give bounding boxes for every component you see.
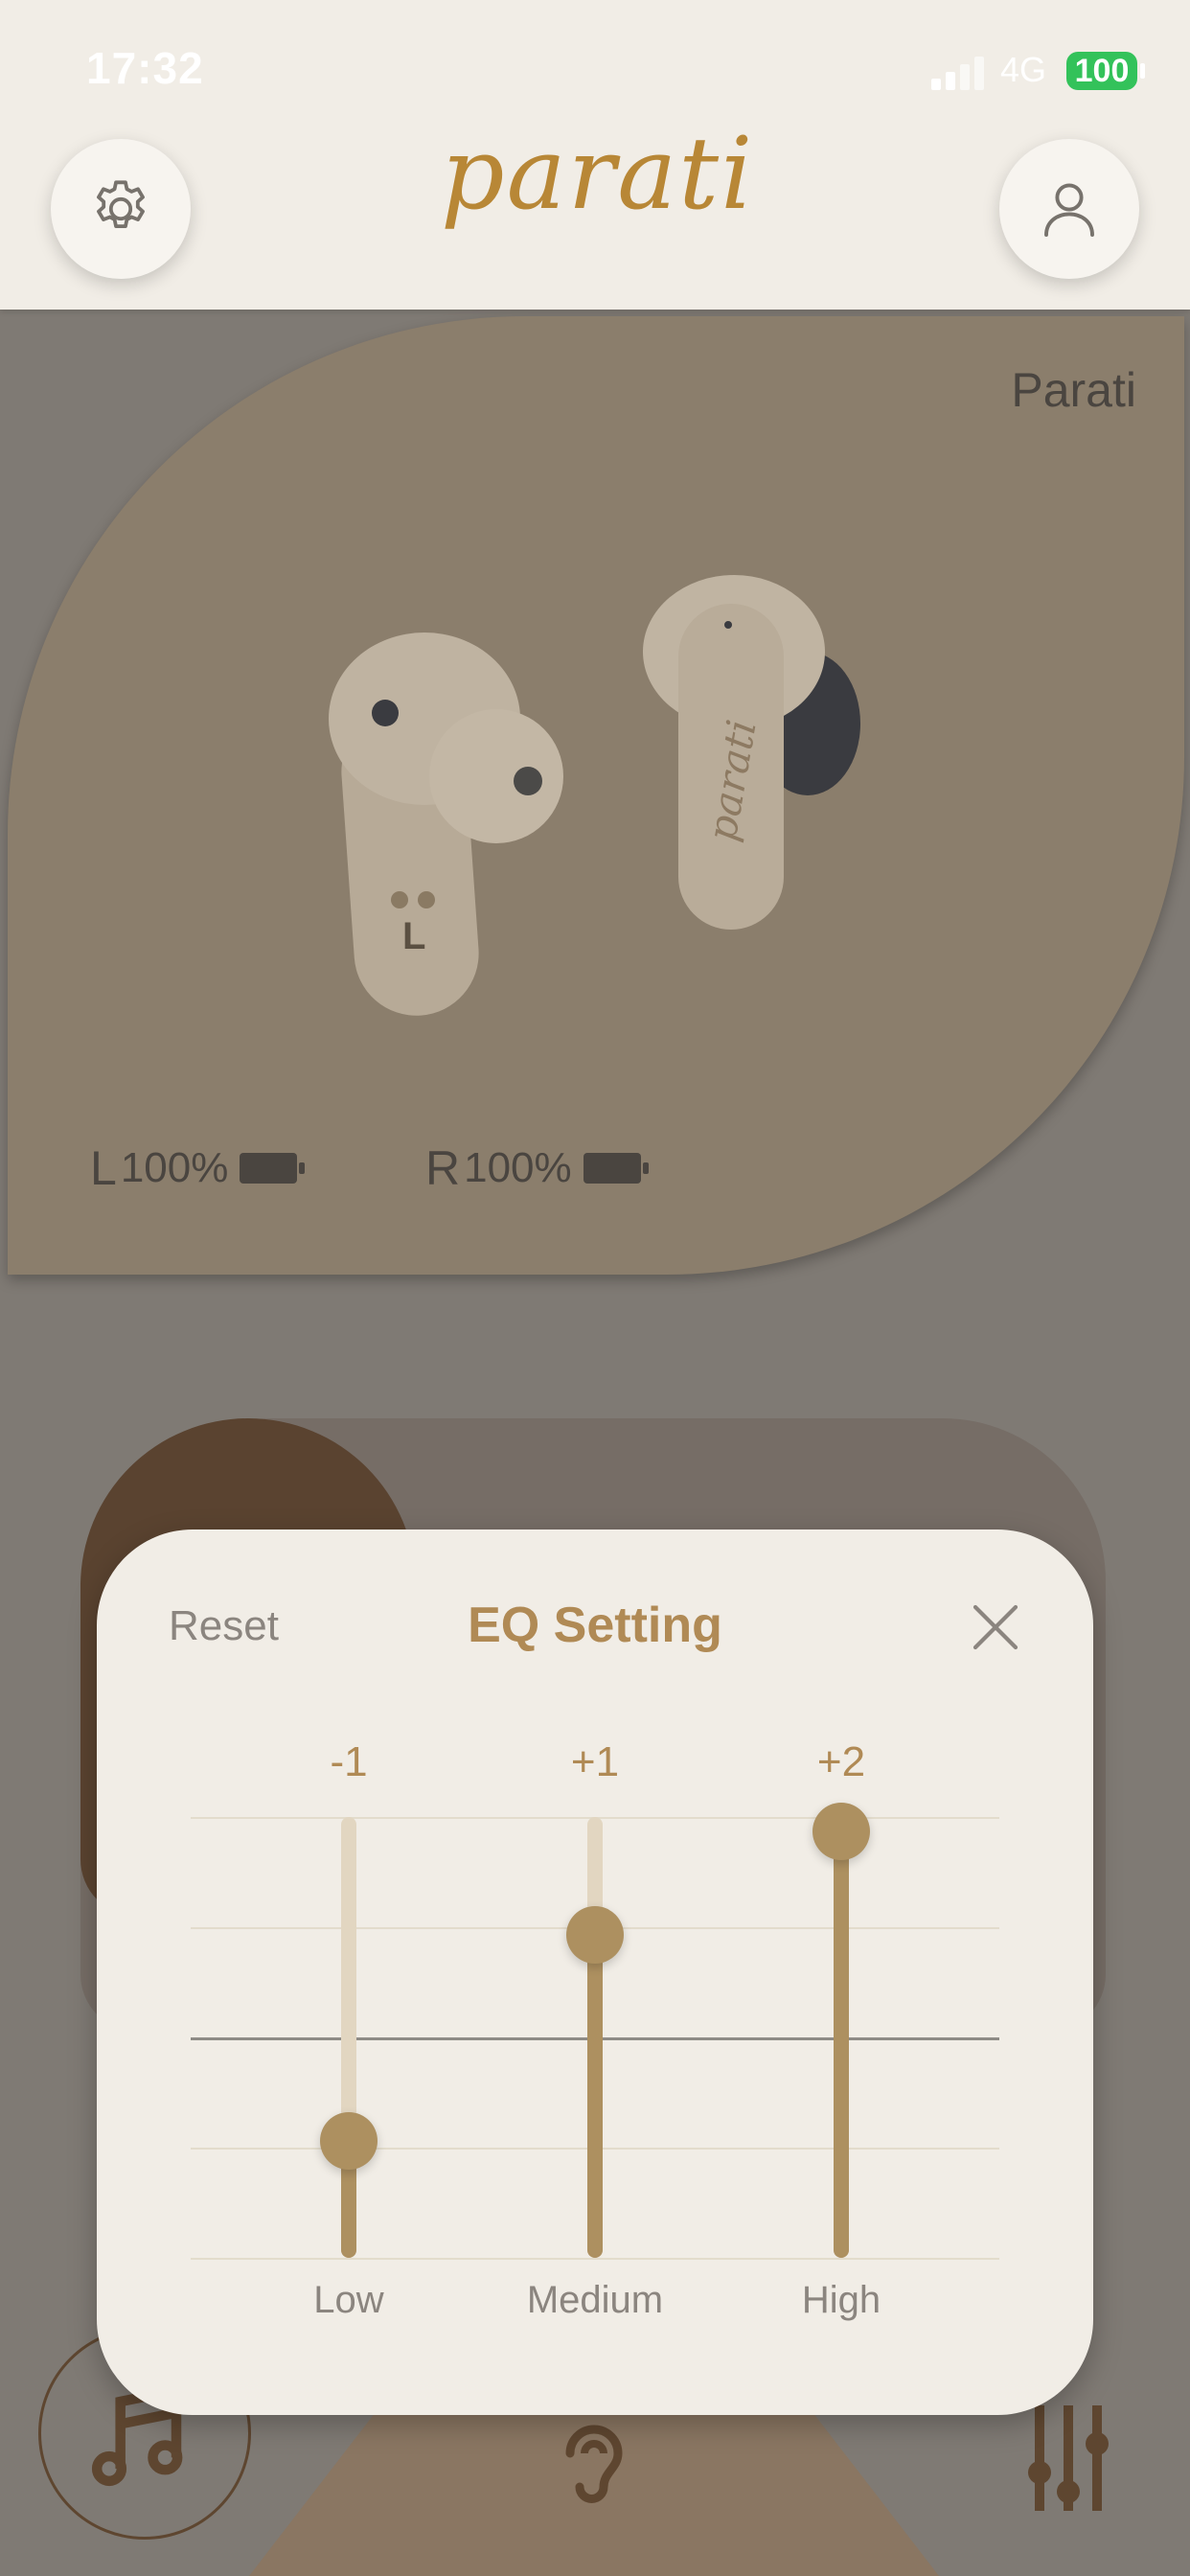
- left-battery-level: 100%: [120, 1144, 229, 1191]
- user-icon: [1044, 183, 1094, 237]
- high-band-label: High: [801, 2279, 881, 2321]
- close-icon[interactable]: [969, 1600, 1022, 1654]
- medium-band-slider-knob[interactable]: [566, 1905, 624, 1964]
- battery-icon: [240, 1153, 306, 1184]
- settings-button[interactable]: [51, 139, 191, 279]
- eq-setting-modal: Reset EQ Setting -1 Low +1 Medium +2 Hig…: [97, 1530, 1093, 2415]
- app-header: 17:32 4G 100 parati: [0, 0, 1190, 310]
- device-name: Parati: [1011, 363, 1136, 417]
- signal-icon: [931, 57, 984, 90]
- left-battery-status: L 100%: [90, 1140, 306, 1196]
- equalizer-sliders-icon[interactable]: [1025, 2396, 1111, 2520]
- battery-icon: [583, 1153, 649, 1184]
- ear-icon[interactable]: [537, 2405, 652, 2520]
- device-card: Parati L parati L 100% R 100%: [8, 316, 1184, 1275]
- right-battery-level: 100%: [464, 1144, 572, 1191]
- medium-band-value: +1: [570, 1738, 620, 1785]
- high-band-fill: [834, 1831, 849, 2258]
- high-band-slider-knob[interactable]: [812, 1803, 870, 1860]
- low-band-value: -1: [330, 1738, 368, 1785]
- gear-icon: [97, 180, 145, 228]
- high-band-value: +2: [816, 1738, 866, 1785]
- modal-title: EQ Setting: [468, 1598, 722, 1653]
- network-type: 4G: [1000, 50, 1047, 89]
- low-band-label: Low: [313, 2279, 384, 2321]
- profile-button[interactable]: [999, 139, 1139, 279]
- left-battery-side: L: [90, 1141, 117, 1195]
- right-battery-side: R: [425, 1141, 461, 1195]
- status-time: 17:32: [86, 43, 204, 93]
- battery-nub: [1140, 63, 1145, 79]
- right-battery-status: R 100%: [425, 1140, 649, 1196]
- low-band-slider-knob[interactable]: [320, 2111, 378, 2170]
- medium-band-fill: [587, 1934, 603, 2258]
- eq-grid-line: [191, 2258, 999, 2260]
- battery-indicator: 100: [1066, 52, 1137, 90]
- app-logo: parati: [441, 115, 755, 232]
- left-bud-marking: L: [402, 915, 426, 957]
- medium-band-label: Medium: [526, 2279, 664, 2321]
